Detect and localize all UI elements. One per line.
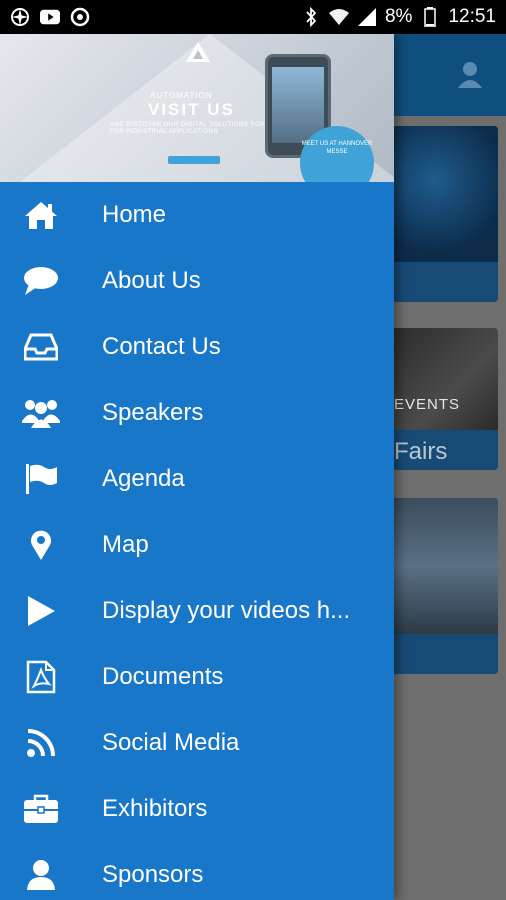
menu-item-videos[interactable]: Display your videos h... bbox=[0, 578, 394, 644]
clock: 12:51 bbox=[448, 6, 496, 27]
menu-item-exhibitors[interactable]: Exhibitors bbox=[0, 776, 394, 842]
menu-label: Home bbox=[102, 201, 167, 228]
circle-app-icon bbox=[70, 7, 90, 27]
card-title: Fairs bbox=[394, 438, 448, 465]
menu-label: About Us bbox=[102, 267, 201, 294]
content-card[interactable] bbox=[392, 126, 498, 302]
menu-item-map[interactable]: Map bbox=[0, 512, 394, 578]
play-icon bbox=[22, 592, 60, 630]
menu-label: Contact Us bbox=[102, 333, 221, 360]
menu-item-social-media[interactable]: Social Media bbox=[0, 710, 394, 776]
bluetooth-icon bbox=[301, 7, 321, 27]
card-image bbox=[392, 126, 498, 262]
banner-button bbox=[168, 156, 220, 164]
card-image bbox=[392, 328, 498, 430]
menu-label: Social Media bbox=[102, 729, 240, 756]
menu-label: Agenda bbox=[102, 465, 185, 492]
status-bar: 8% 12:51 bbox=[0, 0, 506, 34]
flag-icon bbox=[22, 460, 60, 498]
card-caption bbox=[392, 634, 498, 674]
pdf-icon bbox=[22, 658, 60, 696]
home-icon bbox=[22, 196, 60, 234]
menu-item-agenda[interactable]: Agenda bbox=[0, 446, 394, 512]
banner-kicker: AUTOMATION bbox=[150, 91, 213, 100]
menu-label: Display your videos h... bbox=[102, 597, 351, 624]
navigation-drawer: AUTOMATION VISIT US AND DISCOVER OUR DIG… bbox=[0, 34, 394, 900]
menu-item-sponsors[interactable]: Sponsors bbox=[0, 842, 394, 900]
drawer-header-banner: AUTOMATION VISIT US AND DISCOVER OUR DIG… bbox=[0, 34, 394, 182]
triangle-logo-icon bbox=[186, 42, 210, 62]
card-caption bbox=[392, 262, 498, 302]
battery-icon bbox=[420, 7, 440, 27]
menu-item-speakers[interactable]: Speakers bbox=[0, 380, 394, 446]
content-card[interactable]: EVENTS Fairs bbox=[392, 328, 498, 470]
card-image bbox=[392, 498, 498, 634]
user-icon[interactable] bbox=[456, 60, 484, 90]
map-pin-icon bbox=[22, 526, 60, 564]
menu-label: Map bbox=[102, 531, 149, 558]
pinwheel-icon bbox=[10, 7, 30, 27]
person-icon bbox=[22, 856, 60, 894]
wifi-icon bbox=[328, 7, 349, 27]
menu-item-about-us[interactable]: About Us bbox=[0, 248, 394, 314]
menu-label: Speakers bbox=[102, 399, 204, 426]
menu-label: Documents bbox=[102, 663, 224, 690]
content-card[interactable] bbox=[392, 498, 498, 674]
battery-percent: 8% bbox=[384, 6, 413, 27]
signal-icon bbox=[357, 7, 377, 27]
rss-icon bbox=[22, 724, 60, 762]
menu-item-home[interactable]: Home bbox=[0, 182, 394, 248]
youtube-icon bbox=[40, 7, 60, 27]
group-icon bbox=[22, 394, 60, 432]
inbox-icon bbox=[22, 328, 60, 366]
banner-headline: VISIT US bbox=[148, 100, 235, 119]
menu-label: Exhibitors bbox=[102, 795, 208, 822]
chat-bubble-icon bbox=[22, 262, 60, 300]
briefcase-icon bbox=[22, 790, 60, 828]
card-overlay-text: EVENTS bbox=[394, 396, 461, 413]
menu-item-contact-us[interactable]: Contact Us bbox=[0, 314, 394, 380]
menu-label: Sponsors bbox=[102, 861, 204, 888]
menu-item-documents[interactable]: Documents bbox=[0, 644, 394, 710]
